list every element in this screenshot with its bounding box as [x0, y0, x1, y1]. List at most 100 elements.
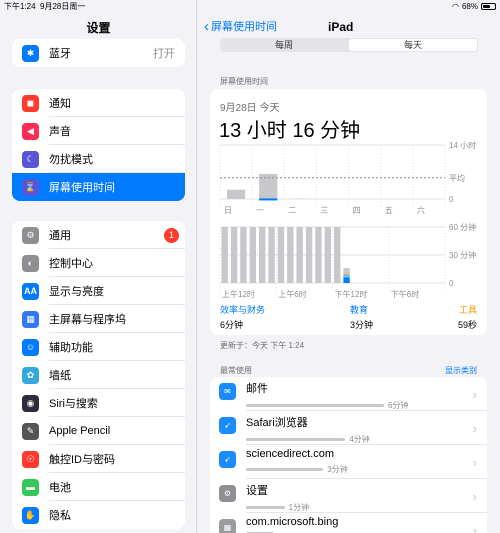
- hour-bar: [221, 227, 228, 283]
- hour-bar: [277, 227, 285, 283]
- sounds-icon: ◀: [22, 122, 39, 140]
- sidebar-item-label: 触控ID与密码: [49, 454, 115, 466]
- sidebar-item-sounds[interactable]: ◀ 声音: [12, 117, 185, 145]
- page-title: iPad: [328, 20, 354, 34]
- x-tick-label: 一: [256, 206, 264, 215]
- category-productivity: 效率与财务 6分钟: [220, 305, 266, 330]
- hour-bar: [230, 227, 238, 283]
- hour-bar-segment: [343, 268, 350, 274]
- sidebar-item-touch-id[interactable]: ☉ 触控ID与密码: [12, 445, 185, 473]
- hour-bar: [268, 227, 275, 283]
- sidebar-item-label: 声音: [49, 126, 71, 138]
- app-name: sciencedirect.com: [246, 448, 335, 460]
- x-tick-label: 三: [320, 206, 328, 215]
- section-label-screen-time: 屏幕使用时间: [220, 77, 268, 86]
- display-brightness-icon: AA: [22, 282, 39, 300]
- app-duration: 6分钟: [388, 401, 409, 410]
- siri-icon: ◉: [22, 394, 39, 412]
- sidebar-item-label: 控制中心: [49, 258, 93, 270]
- sidebar-group-connectivity: ✱ 蓝牙 打开: [12, 39, 185, 67]
- sidebar-group-notifications: ◼ 通知 ◀ 声音 ☾ 勿扰模式 ⌛ 屏幕使用时间: [12, 89, 185, 201]
- home-screen-dock-icon: ▦: [22, 310, 39, 328]
- chevron-right-icon: ›: [472, 523, 477, 533]
- mail-icon: ✉: [219, 383, 236, 400]
- most-used-list: ✉ 邮件 6分钟 › ➶ Safari浏览器 4分钟 › ➶ sciencedirect.com 3…: [210, 377, 487, 533]
- hour-bar: [324, 227, 331, 283]
- sidebar-item-label: 通用: [49, 230, 71, 242]
- nav-bar: ‹ 屏幕使用时间 iPad: [198, 12, 500, 40]
- x-tick-label: 上午6时: [278, 289, 306, 299]
- segment-day[interactable]: 每天: [349, 39, 477, 51]
- sidebar-item-apple-pencil[interactable]: ✎ Apple Pencil: [12, 417, 185, 445]
- sidebar-item-screen-time[interactable]: ⌛ 屏幕使用时间: [12, 173, 185, 201]
- sidebar-item-label: 蓝牙: [49, 48, 71, 60]
- hour-bar: [334, 227, 341, 283]
- sidebar-item-value: 打开: [153, 48, 175, 60]
- x-tick-label: 下午6时: [391, 289, 419, 299]
- general-icon: ⚙: [22, 226, 39, 244]
- chevron-right-icon: ›: [472, 421, 477, 436]
- app-usage-row[interactable]: ✉ 邮件 6分钟 ›: [210, 377, 487, 411]
- y-tick-label: 60 分钟: [449, 223, 476, 232]
- usage-summary-card[interactable]: 9月28日 今天 13 小时 16 分钟 日 一 二 三 四 五 六 14 小时 平均 0 上午1…: [210, 89, 487, 335]
- sidebar-item-notifications[interactable]: ◼ 通知: [12, 89, 185, 117]
- app-usage-row[interactable]: ▦ com.microsoft.bing ›: [210, 513, 487, 533]
- app-usage-row[interactable]: ➶ Safari浏览器 4分钟 ›: [210, 411, 487, 445]
- usage-bar: [246, 404, 384, 407]
- hour-bar: [305, 227, 313, 283]
- sidebar-item-bluetooth[interactable]: ✱ 蓝牙 打开: [12, 39, 185, 67]
- sidebar-item-label: 屏幕使用时间: [49, 182, 115, 194]
- sidebar-item-wallpaper[interactable]: ✿ 墙纸: [12, 361, 185, 389]
- y-tick-label: 0: [449, 279, 454, 288]
- average-label: 平均: [449, 173, 465, 183]
- hour-bar: [315, 227, 322, 283]
- app-duration: 4分钟: [349, 435, 370, 444]
- y-tick-label: 30 分钟: [449, 250, 476, 260]
- app-duration: 1分钟: [288, 503, 310, 512]
- sidebar-item-label: 隐私: [49, 510, 71, 522]
- segment-week[interactable]: 每周: [220, 38, 348, 52]
- x-tick-label: 五: [385, 206, 393, 215]
- settings-sidebar: 设置 ✱ 蓝牙 打开 ◼ 通知 ◀ 声音 ☾ 勿扰模式 ⌛ 屏幕使用时间 ⚙ 通用 1 ◐ 控制中心 AA 显…: [0, 0, 197, 533]
- total-time: 13 小时 16 分钟: [219, 120, 361, 142]
- screen-time-icon: ⌛: [22, 178, 39, 196]
- sidebar-item-privacy[interactable]: ✋ 隐私: [12, 501, 185, 529]
- wallpaper-icon: ✿: [22, 366, 39, 384]
- updated-label: 更新于：今天 下午 1:24: [220, 341, 305, 350]
- back-label: 屏幕使用时间: [211, 21, 277, 33]
- status-time: 下午1:24: [4, 1, 36, 11]
- sidebar-item-label: 辅助功能: [49, 342, 93, 354]
- app-name: com.microsoft.bing: [246, 516, 339, 528]
- app-usage-row[interactable]: ➶ sciencedirect.com 3分钟 ›: [210, 445, 487, 479]
- app-duration: 3分钟: [327, 465, 348, 474]
- x-tick-label: 六: [417, 205, 425, 215]
- most-used-label: 最常使用: [220, 366, 252, 375]
- sidebar-item-battery[interactable]: ▬ 电池: [12, 473, 185, 501]
- y-tick-label: 14 小时: [449, 141, 476, 150]
- hour-bar-segment: [343, 274, 350, 278]
- sidebar-item-label: 显示与亮度: [49, 286, 104, 298]
- touch-id-icon: ☉: [22, 450, 39, 468]
- notifications-icon: ◼: [22, 94, 39, 112]
- weekly-chart: 日 一 二 三 四 五 六 14 小时平均 0: [219, 141, 476, 215]
- control-center-icon: ◐: [22, 254, 39, 272]
- sidebar-item-do-not-disturb[interactable]: ☾ 勿扰模式: [12, 145, 185, 173]
- usage-bar: [246, 506, 285, 509]
- show-categories-link[interactable]: 显示类别: [445, 365, 477, 376]
- sidebar-item-general[interactable]: ⚙ 通用 1: [12, 221, 185, 249]
- x-tick-label: 下午12时: [335, 289, 368, 299]
- sidebar-item-control-center[interactable]: ◐ 控制中心: [12, 249, 185, 277]
- app-usage-row[interactable]: ⚙ 设置 1分钟 ›: [210, 479, 487, 513]
- category-education: 教育 3分钟: [349, 305, 373, 330]
- sidebar-item-accessibility[interactable]: ☺ 辅助功能: [12, 333, 185, 361]
- back-button[interactable]: ‹ 屏幕使用时间: [204, 18, 277, 34]
- sidebar-item-label: 勿扰模式: [49, 154, 93, 166]
- privacy-icon: ✋: [22, 506, 39, 524]
- sidebar-group-general: ⚙ 通用 1 ◐ 控制中心 AA 显示与亮度 ▦ 主屏幕与程序坞 ☺ 辅助功能 ✿ 墙纸 ◉ Siri与搜索…: [12, 221, 185, 529]
- website-icon: ▦: [219, 519, 236, 533]
- sidebar-item-display-brightness[interactable]: AA 显示与亮度: [12, 277, 185, 305]
- settings-icon: ⚙: [219, 485, 236, 502]
- x-tick-label: 二: [288, 206, 296, 215]
- sidebar-item-siri[interactable]: ◉ Siri与搜索: [12, 389, 185, 417]
- sidebar-item-home-screen-dock[interactable]: ▦ 主屏幕与程序坞: [12, 305, 185, 333]
